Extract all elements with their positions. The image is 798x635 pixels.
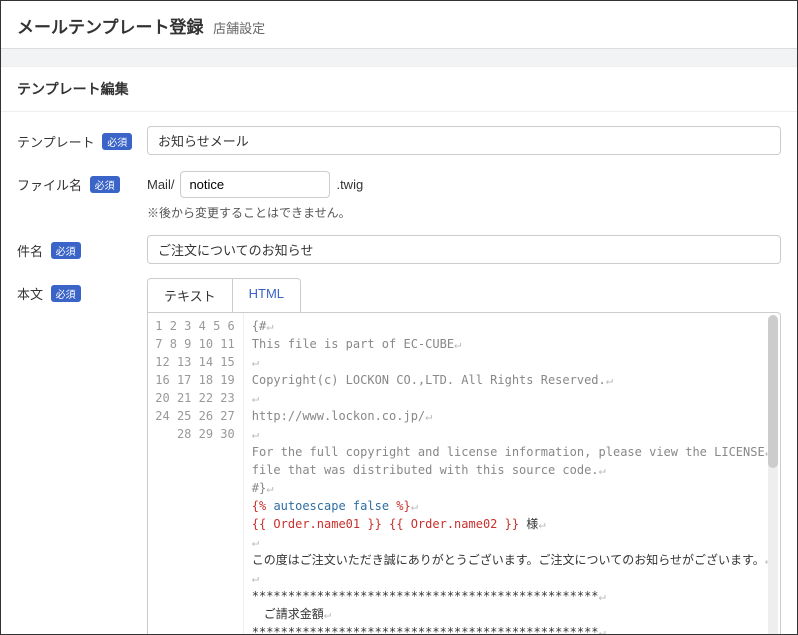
required-badge: 必須: [51, 242, 81, 259]
page-subtitle: 店舗設定: [213, 21, 265, 36]
tab-html[interactable]: HTML: [232, 279, 300, 312]
subject-input[interactable]: [147, 235, 781, 264]
editor-code[interactable]: {#↵ This file is part of EC-CUBE↵ ↵ Copy…: [244, 313, 780, 635]
label-template: テンプレート 必須: [17, 126, 147, 151]
required-badge: 必須: [90, 176, 120, 193]
header-gap: [1, 49, 797, 67]
filename-suffix: .twig: [336, 177, 363, 192]
template-input[interactable]: [147, 126, 781, 155]
scrollbar-thumb[interactable]: [768, 315, 778, 468]
label-subject: 件名 必須: [17, 235, 147, 260]
required-badge: 必須: [102, 133, 132, 150]
page-header: メールテンプレート登録 店舗設定: [1, 1, 797, 49]
page-title: メールテンプレート登録: [17, 18, 204, 37]
tab-text[interactable]: テキスト: [148, 279, 232, 312]
body-tabs: テキスト HTML: [147, 278, 301, 312]
filename-help: ※後から変更することはできません。: [147, 204, 781, 221]
vertical-scrollbar[interactable]: [768, 315, 778, 635]
label-filename: ファイル名 必須: [17, 169, 147, 194]
code-editor[interactable]: 1 2 3 4 5 6 7 8 9 10 11 12 13 14 15 16 1…: [147, 312, 781, 635]
filename-prefix: Mail/: [147, 177, 174, 192]
section-title: テンプレート編集: [1, 67, 797, 112]
editor-gutter: 1 2 3 4 5 6 7 8 9 10 11 12 13 14 15 16 1…: [148, 313, 244, 635]
filename-input[interactable]: [180, 171, 330, 198]
label-body: 本文 必須: [17, 278, 147, 303]
required-badge: 必須: [51, 285, 81, 302]
